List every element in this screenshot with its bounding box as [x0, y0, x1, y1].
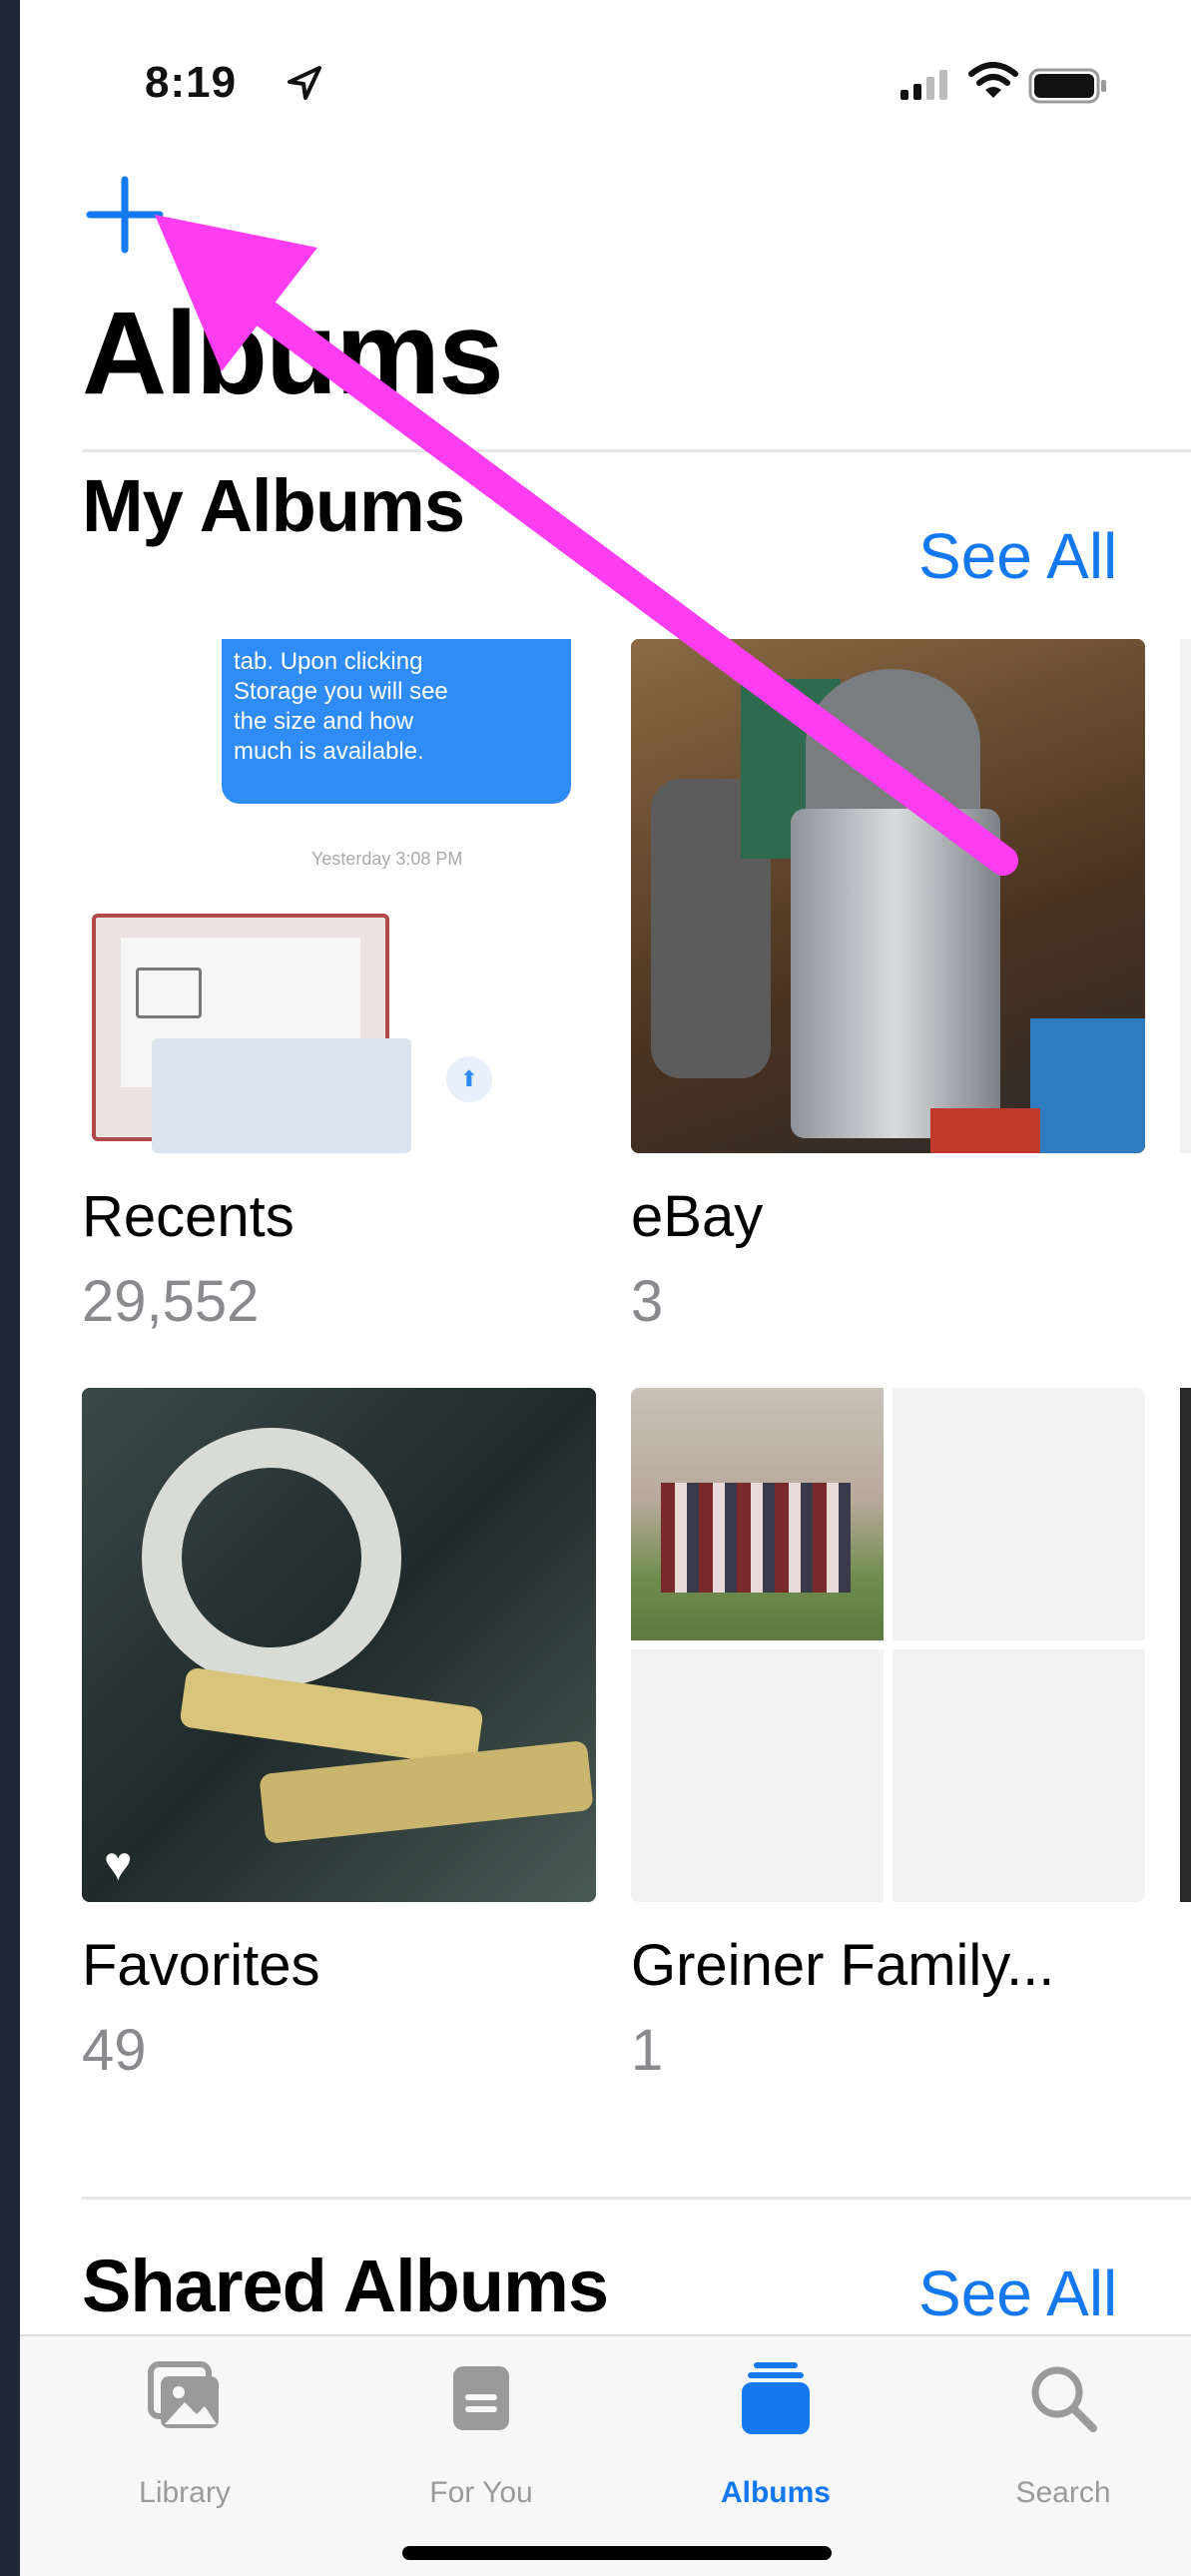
upload-icon: ⬆: [446, 1056, 492, 1102]
tab-search[interactable]: Search: [918, 2336, 1191, 2536]
album-count-favorites: 49: [82, 2018, 147, 2083]
album-count-greiner-family: 1: [631, 2018, 664, 2083]
family-photo: [631, 1388, 884, 1640]
for-you-icon: [453, 2366, 509, 2430]
tab-albums[interactable]: Albums: [631, 2336, 920, 2536]
my-albums-heading: My Albums: [82, 464, 465, 547]
tab-label: Albums: [720, 2476, 831, 2509]
album-count-recents: 29,552: [82, 1269, 260, 1334]
albums-icon: [742, 2362, 810, 2434]
battery-icon: [1028, 68, 1106, 104]
album-thumbnail-partial[interactable]: [1180, 639, 1191, 1153]
tab-label: Library: [139, 2476, 231, 2509]
album-thumbnail-ebay[interactable]: [631, 639, 1145, 1153]
album-name-ebay: eBay: [631, 1184, 764, 1249]
tab-library[interactable]: Library: [40, 2336, 329, 2536]
album-count-ebay: 3: [631, 1269, 664, 1334]
location-arrow-icon: [288, 66, 321, 100]
album-name-greiner-family: Greiner Family...: [631, 1933, 1055, 1998]
tab-label: For You: [429, 2476, 533, 2509]
album-thumbnail-favorites[interactable]: ♥: [82, 1388, 596, 1902]
photos-app-screen: 8:19 Albums My Albums See All tab. Upon …: [20, 0, 1191, 2576]
album-name-recents: Recents: [82, 1184, 295, 1249]
message-line: the size and how: [234, 708, 414, 735]
message-line: much is available.: [234, 738, 424, 765]
message-bubble: tab. Upon clicking Storage you will see …: [222, 639, 571, 804]
message-timestamp: Yesterday 3:08 PM: [311, 849, 463, 869]
home-indicator: [402, 2546, 832, 2560]
album-name-favorites: Favorites: [82, 1933, 320, 1998]
page-title: Albums: [82, 288, 504, 419]
shared-albums-heading: Shared Albums: [82, 2245, 609, 2327]
album-thumbnail-partial[interactable]: [1180, 1388, 1191, 1902]
favorite-heart-icon: ♥: [104, 1838, 133, 1891]
tab-label: Search: [1015, 2476, 1111, 2509]
tab-for-you[interactable]: For You: [336, 2336, 626, 2536]
photo-library-icon: [148, 2361, 219, 2428]
status-time: 8:19: [145, 58, 238, 107]
search-icon: [1031, 2366, 1097, 2432]
message-line: tab. Upon clicking: [234, 648, 423, 675]
message-line: Storage you will see: [234, 678, 448, 705]
my-albums-see-all-link[interactable]: See All: [918, 524, 1117, 588]
tab-bar: Library For You Albums Search: [20, 2334, 1191, 2576]
shared-albums-see-all-link[interactable]: See All: [918, 2261, 1117, 2325]
cellular-signal-icon: [900, 70, 947, 100]
add-album-button[interactable]: [80, 170, 170, 260]
title-divider: [82, 449, 1191, 452]
album-thumbnail-greiner-family[interactable]: [631, 1388, 1145, 1902]
wifi-icon: [968, 62, 1018, 98]
album-thumbnail-recents[interactable]: tab. Upon clicking Storage you will see …: [82, 639, 596, 1153]
section-divider: [82, 2197, 1191, 2200]
